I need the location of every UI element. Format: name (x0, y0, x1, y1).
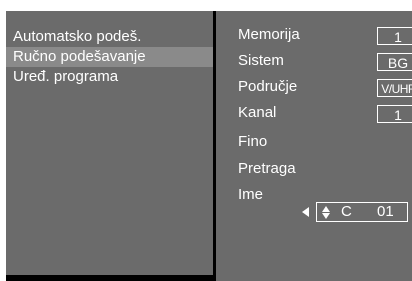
menu-item-manual-tuning[interactable]: Ručno podešavanje (6, 47, 213, 67)
up-down-arrow-icon[interactable] (322, 206, 331, 219)
main-menu-panel: Automatsko podeš. Ručno podešavanje Uređ… (6, 11, 213, 275)
band-value[interactable]: V/UHF (377, 79, 412, 97)
name-number: 01 (377, 203, 394, 220)
menu-item-automatic-tuning[interactable]: Automatsko podeš. (6, 27, 213, 47)
search-item[interactable]: Pretraga (238, 159, 296, 179)
channel-value[interactable]: 1 (377, 105, 412, 123)
system-value[interactable]: BG (377, 53, 412, 71)
name-selector[interactable]: C 01 (316, 202, 408, 222)
system-label: Sistem (238, 52, 284, 69)
name-label: Ime (238, 186, 264, 203)
menu-item-program-editing[interactable]: Uređ. programa (6, 67, 213, 87)
band-label: Područje (238, 78, 298, 95)
manual-tuning-panel: Memorija 1 Sistem BG Područje V/UHF Kana… (216, 11, 412, 281)
channel-label: Kanal (238, 104, 277, 121)
tv-menu-screen: Automatsko podeš. Ručno podešavanje Uređ… (6, 11, 412, 281)
fine-tuning-item[interactable]: Fino (238, 132, 267, 152)
arrow-left-icon[interactable] (302, 207, 309, 217)
memory-label: Memorija (238, 26, 300, 43)
name-letter: C (341, 203, 352, 220)
memory-value[interactable]: 1 (377, 27, 412, 45)
